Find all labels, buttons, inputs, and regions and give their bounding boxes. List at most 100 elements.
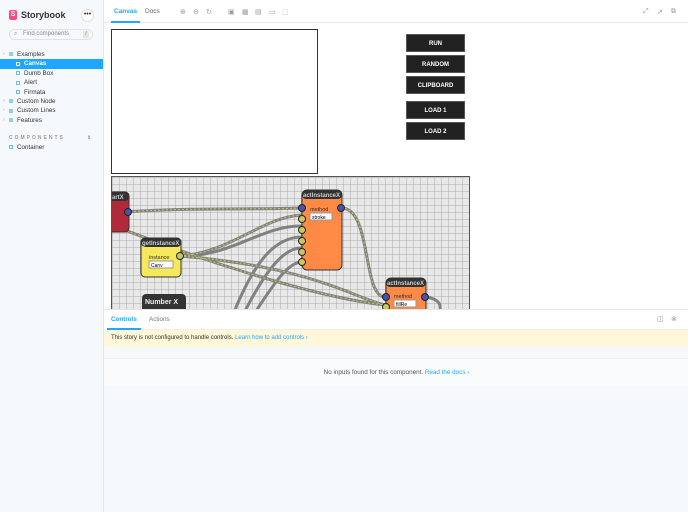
close-panel-icon[interactable]: ⊗ xyxy=(671,315,677,323)
search-icon: ⌕ xyxy=(14,31,18,37)
tab-actions[interactable]: Actions xyxy=(149,310,170,330)
node-start[interactable]: artX xyxy=(112,191,132,233)
node-actinstance-2[interactable]: actInstanceX method fillRe xyxy=(382,277,429,309)
sidebar-item-dumb-box[interactable]: Dumb Box xyxy=(0,69,103,78)
measure-icon[interactable]: ⬚ xyxy=(282,8,289,16)
connection xyxy=(179,213,303,258)
viewport-icon[interactable]: ▤ xyxy=(255,8,262,16)
expand-icon[interactable]: › xyxy=(3,97,5,106)
tab-canvas[interactable]: Canvas xyxy=(111,0,141,23)
node-label: method xyxy=(394,294,412,300)
zoom-in-icon[interactable]: ⊕ xyxy=(180,8,186,16)
storybook-logo-icon: S xyxy=(9,10,17,20)
sidebar-item-canvas[interactable]: Canvas xyxy=(0,59,103,69)
drawing-canvas[interactable] xyxy=(111,29,318,174)
tab-controls[interactable]: Controls xyxy=(107,310,141,330)
item-label: Firmata xyxy=(24,88,46,96)
panel-orientation-icon[interactable]: ◫ xyxy=(657,315,664,323)
item-label: Features xyxy=(17,116,42,124)
toolbar: Canvas Docs ⊕ ⊖ ↻ ▣ ▦ ▤ ▭ ⬚ ⤢ ↗ ⧉ xyxy=(104,0,688,23)
svg-text:Canv: Canv xyxy=(151,263,163,269)
read-docs-link[interactable]: Read the docs › xyxy=(425,369,469,376)
load-2-button[interactable]: LOAD 2 xyxy=(406,122,465,140)
component-icon xyxy=(9,145,13,150)
sidebar-item-custom-lines[interactable]: › Custom Lines xyxy=(0,106,103,115)
sidebar-item-alert[interactable]: Alert xyxy=(0,78,103,87)
empty-state: No inputs found for this component. Read… xyxy=(104,358,688,386)
addons-panel: Controls Actions ◫ ⊗ This story is not c… xyxy=(104,309,688,512)
outline-icon[interactable]: ▭ xyxy=(269,8,276,16)
output-port xyxy=(176,252,184,260)
search-input[interactable]: ⌕ Find components / xyxy=(9,29,93,40)
search-placeholder: Find components xyxy=(23,31,70,37)
node-label: method xyxy=(310,207,328,213)
folder-icon xyxy=(9,108,13,113)
copy-link-icon[interactable]: ⧉ xyxy=(671,8,676,16)
component-tree: › Examples Canvas Dumb Box Alert Firmata › Cust… xyxy=(0,50,103,153)
collapse-icon[interactable]: ⇕ xyxy=(87,133,91,143)
section-title: COMPONENTS xyxy=(9,135,65,142)
story-icon xyxy=(16,80,20,85)
connection xyxy=(179,254,386,307)
folder-icon xyxy=(9,99,13,104)
sidebar-item-examples[interactable]: › Examples xyxy=(0,50,103,59)
item-label: Custom Node xyxy=(17,97,56,105)
node-title: actInstanceX xyxy=(387,281,424,287)
node-title: Number X xyxy=(145,299,178,306)
preview-iframe: RUN RANDOM CLIPBOARD LOAD 1 LOAD 2 artX … xyxy=(104,23,688,309)
connection xyxy=(340,206,386,299)
item-label: Canvas xyxy=(24,60,47,68)
sidebar: S Storybook ••• ⌕ Find components / › Exampl… xyxy=(0,0,103,512)
expand-icon[interactable]: › xyxy=(3,50,5,59)
run-button[interactable]: RUN xyxy=(406,34,465,52)
section-components[interactable]: COMPONENTS ⇕ xyxy=(0,133,103,143)
tab-docs[interactable]: Docs xyxy=(145,0,160,23)
output-port xyxy=(124,208,132,216)
folder-icon xyxy=(9,52,13,57)
grid-icon[interactable]: ▦ xyxy=(242,8,249,16)
clipboard-button[interactable]: CLIPBOARD xyxy=(406,76,465,94)
controls-warning: This story is not configured to handle c… xyxy=(104,330,688,347)
sidebar-item-features[interactable]: › Features xyxy=(0,116,103,125)
item-label: Custom Lines xyxy=(17,107,56,115)
svg-text:fillRe: fillRe xyxy=(396,302,407,308)
learn-controls-link[interactable]: Learn how to add controls › xyxy=(235,335,308,341)
node-graph: artX getInstanceX instance Canv actInsta… xyxy=(112,189,442,309)
item-label: Alert xyxy=(24,79,37,87)
zoom-reset-icon[interactable]: ↻ xyxy=(206,8,212,16)
brand[interactable]: S Storybook xyxy=(9,10,66,20)
svg-text:stroke: stroke xyxy=(312,215,326,221)
node-getinstance[interactable]: getInstanceX instance Canv xyxy=(140,237,184,278)
more-menu-button[interactable]: ••• xyxy=(81,9,94,22)
warning-text: This story is not configured to handle c… xyxy=(111,335,234,341)
node-actinstance-1[interactable]: actInstanceX method stroke xyxy=(298,189,345,271)
expand-icon[interactable]: › xyxy=(3,106,5,115)
brand-name: Storybook xyxy=(21,10,66,20)
sidebar-item-custom-node[interactable]: › Custom Node xyxy=(0,97,103,106)
node-number[interactable]: Number X xyxy=(142,294,186,309)
node-title: actInstanceX xyxy=(303,193,340,199)
story-icon xyxy=(16,89,20,94)
node-graph-editor[interactable]: artX getInstanceX instance Canv actInsta… xyxy=(111,176,470,309)
open-new-tab-icon[interactable]: ↗ xyxy=(657,8,663,16)
sidebar-item-firmata[interactable]: Firmata xyxy=(0,88,103,97)
empty-text: No inputs found for this component. xyxy=(323,369,424,376)
node-title: artX xyxy=(112,195,124,201)
background-icon[interactable]: ▣ xyxy=(228,8,235,16)
fullscreen-icon[interactable]: ⤢ xyxy=(643,8,649,16)
item-label: Examples xyxy=(17,51,45,58)
expand-icon[interactable]: › xyxy=(3,116,5,125)
load-1-button[interactable]: LOAD 1 xyxy=(406,101,465,119)
main: Canvas Docs ⊕ ⊖ ↻ ▣ ▦ ▤ ▭ ⬚ ⤢ ↗ ⧉ RUN RA… xyxy=(103,0,688,512)
zoom-out-icon[interactable]: ⊖ xyxy=(193,8,199,16)
story-icon xyxy=(16,71,20,76)
item-label: Dumb Box xyxy=(24,69,54,77)
story-icon xyxy=(16,61,20,66)
sidebar-item-container[interactable]: Container xyxy=(0,143,103,152)
random-button[interactable]: RANDOM xyxy=(406,55,465,73)
search-shortcut: / xyxy=(83,31,89,38)
folder-icon xyxy=(9,118,13,123)
node-label: instance xyxy=(149,255,170,261)
item-label: Container xyxy=(17,144,45,152)
node-title: getInstanceX xyxy=(142,241,179,247)
